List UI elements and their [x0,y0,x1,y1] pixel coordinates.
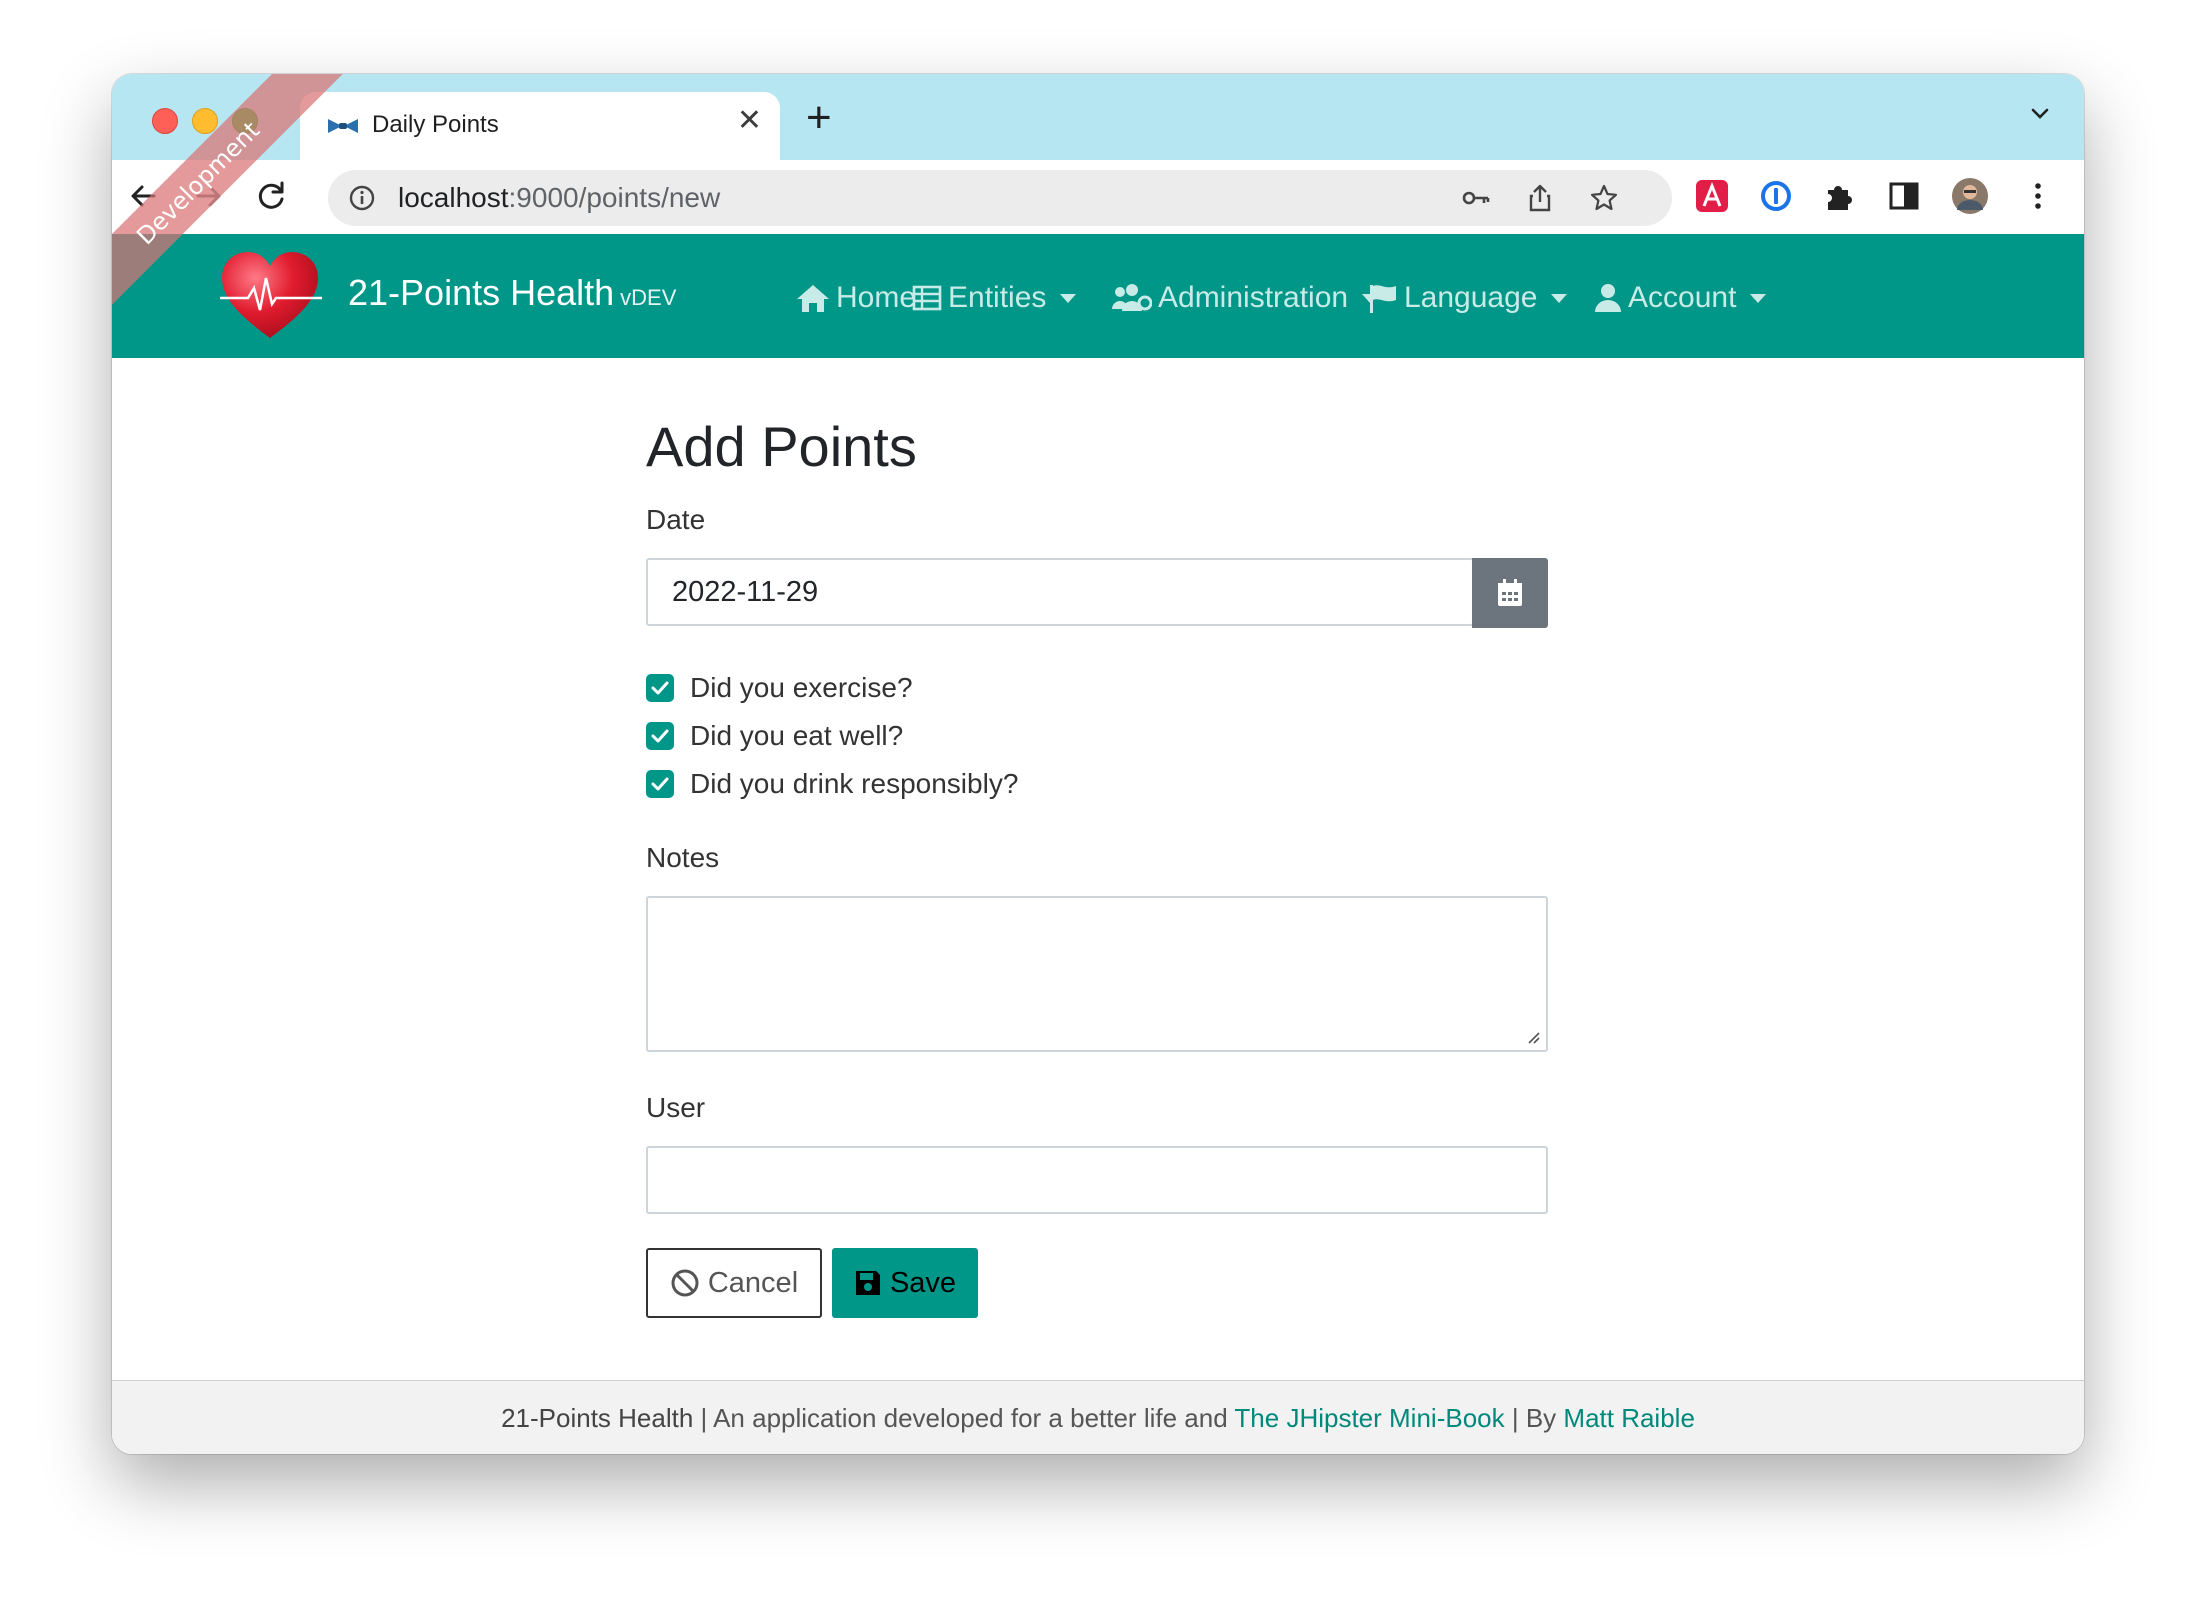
main-content: Add Points Date 2022-11-29 Did you exerc… [112,358,2084,1454]
check-icon [651,681,669,695]
exercise-check-row[interactable]: Did you exercise? [646,672,913,704]
nav-account[interactable]: Account [1594,278,1767,318]
tab-strip: Daily Points ✕ + [112,74,2084,160]
caret-down-icon [1060,293,1077,303]
alcohol-checkbox[interactable] [646,770,674,798]
footer-text: | An application developed for a better … [693,1403,1235,1433]
puzzle-extensions-icon[interactable] [1820,176,1860,216]
user-field[interactable] [646,1146,1548,1214]
bowtie-icon [328,119,358,133]
resize-handle-icon[interactable] [1526,1030,1540,1044]
brand-link[interactable]: 21-Points Health vDEV [348,272,676,314]
info-icon[interactable] [348,184,376,212]
url-text[interactable]: localhost:9000/points/new [398,182,720,214]
calendar-icon [1498,579,1522,606]
chevron-down-icon[interactable] [2026,100,2054,128]
browser-window: Daily Points ✕ + localhost:9000/points/n… [112,74,2084,1454]
brand-name: 21-Points Health [348,272,615,313]
notes-label: Notes [646,842,720,873]
tab-daily-points[interactable]: Daily Points ✕ [300,92,780,160]
meals-label[interactable]: Did you eat well? [690,720,903,752]
share-icon[interactable] [1524,182,1556,214]
heart-logo-icon[interactable] [218,248,322,344]
meals-check-row[interactable]: Did you eat well? [646,720,903,752]
home-icon [797,285,829,312]
tab-title: Daily Points [372,111,499,138]
meals-checkbox[interactable] [646,722,674,750]
nav-entities[interactable]: Entities [912,278,1077,318]
brand-version: vDEV [620,285,677,310]
side-panel-icon[interactable] [1884,176,1924,216]
user-label: User [646,1092,706,1123]
footer-by-text: | By [1504,1403,1564,1433]
page-title: Add Points [646,415,917,478]
user-icon [1595,284,1621,312]
date-label: Date [646,504,706,535]
profile-avatar-icon[interactable] [1950,176,1990,216]
cancel-button[interactable]: Cancel [646,1248,822,1318]
ban-icon [671,1269,699,1297]
close-window-button[interactable] [152,108,178,134]
key-icon[interactable] [1460,182,1492,214]
footer-author-link[interactable]: Matt Raible [1563,1403,1695,1433]
close-tab-icon[interactable]: ✕ [737,106,762,136]
browser-toolbar: localhost:9000/points/new [112,160,2084,235]
alcohol-label[interactable]: Did you drink responsibly? [690,768,1018,800]
check-icon [651,777,669,791]
password-manager-icon[interactable] [1756,176,1796,216]
footer-book-link[interactable]: The JHipster Mini-Book [1234,1403,1504,1433]
save-button[interactable]: Save [832,1248,978,1318]
footer-app-name: 21-Points Health [501,1403,694,1433]
star-icon[interactable] [1588,182,1620,214]
nav-language[interactable]: Language [1368,278,1568,318]
kebab-menu-icon[interactable] [2018,176,2058,216]
caret-down-icon [1551,293,1568,303]
alcohol-check-row[interactable]: Did you drink responsibly? [646,768,1018,800]
floppy-disk-icon [855,1271,880,1295]
address-bar[interactable]: localhost:9000/points/new [328,170,1672,226]
reload-icon[interactable] [252,176,292,216]
date-field[interactable]: 2022-11-29 [646,558,1474,626]
app-navbar: 21-Points HealthvDEV Home Entities Admi [112,234,2084,358]
users-cog-icon [1112,284,1152,311]
footer: 21-Points Health | An application develo… [112,1380,2084,1454]
nav-administration[interactable]: Administration [1112,278,1379,318]
new-tab-button[interactable]: + [806,96,832,140]
notes-textarea[interactable] [646,896,1548,1052]
extension-a-icon[interactable] [1692,176,1732,216]
exercise-label[interactable]: Did you exercise? [690,672,913,704]
calendar-button[interactable] [1472,558,1548,628]
flag-icon [1370,285,1396,313]
caret-down-icon [1750,293,1767,303]
check-icon [651,729,669,743]
table-icon [912,285,942,311]
exercise-checkbox[interactable] [646,674,674,702]
nav-home[interactable]: Home [796,278,916,318]
